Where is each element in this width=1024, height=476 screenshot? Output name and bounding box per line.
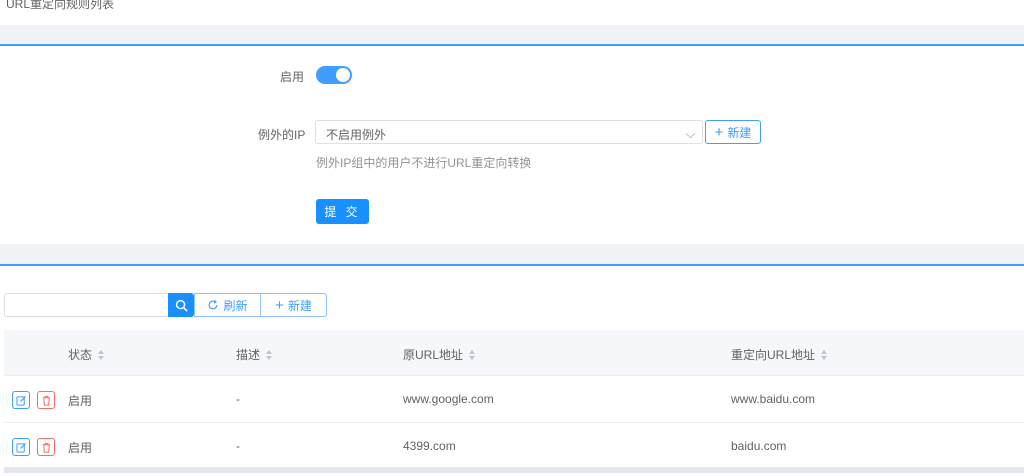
column-redirect-url[interactable]: 重定向URL地址 xyxy=(731,346,828,363)
column-description[interactable]: 描述 xyxy=(236,346,273,363)
table-scrollbar[interactable] xyxy=(4,467,1024,473)
table-row: 启用 - 4399.com baidu.com xyxy=(4,423,1024,470)
enable-switch[interactable] xyxy=(316,66,352,84)
rules-table: 状态 描述 原URL地址 重定向URL地址 启用 - www.google.co… xyxy=(4,330,1024,470)
column-status[interactable]: 状态 xyxy=(68,346,105,363)
delete-icon xyxy=(42,442,50,453)
cell-status: 启用 xyxy=(68,441,93,455)
search-button[interactable] xyxy=(168,293,194,317)
chevron-down-icon xyxy=(685,128,696,139)
refresh-button[interactable]: 刷新 xyxy=(194,293,261,317)
top-bar: URL重定向规则列表 xyxy=(0,0,1024,25)
cell-source-url: 4399.com xyxy=(403,439,456,453)
exception-ip-label: 例外的IP xyxy=(258,128,306,142)
cell-redirect-url: www.baidu.com xyxy=(731,392,816,406)
rules-panel: 刷新 + 新建 状态 描述 原URL地址 重定向URL地址 启用 - www.g… xyxy=(0,264,1024,476)
cell-status: 启用 xyxy=(68,394,93,408)
delete-button[interactable] xyxy=(37,438,55,456)
edit-button[interactable] xyxy=(12,391,30,409)
enable-label: 启用 xyxy=(280,70,305,84)
sort-icon xyxy=(469,349,476,360)
cell-redirect-url: baidu.com xyxy=(731,439,787,453)
exception-ip-select[interactable]: 不启用例外 xyxy=(315,120,703,144)
settings-panel: 启用 例外的IP 不启用例外 + 新建 例外IP组中的用户不进行URL重定向转换… xyxy=(0,44,1024,244)
table-header: 状态 描述 原URL地址 重定向URL地址 xyxy=(4,330,1024,376)
new-exception-button[interactable]: + 新建 xyxy=(705,120,761,144)
sort-icon xyxy=(98,349,105,360)
cell-source-url: www.google.com xyxy=(403,392,494,406)
exception-hint: 例外IP组中的用户不进行URL重定向转换 xyxy=(316,156,532,170)
plus-icon: + xyxy=(714,123,724,141)
table-row: 启用 - www.google.com www.baidu.com xyxy=(4,376,1024,423)
refresh-icon xyxy=(209,299,218,310)
search-input[interactable] xyxy=(4,293,168,317)
switch-knob xyxy=(336,68,350,82)
breadcrumb: URL重定向规则列表 xyxy=(6,0,115,11)
edit-button[interactable] xyxy=(12,438,30,456)
sort-icon xyxy=(266,349,273,360)
exception-ip-value: 不启用例外 xyxy=(326,128,387,142)
column-source-url[interactable]: 原URL地址 xyxy=(403,346,476,363)
new-exception-label: 新建 xyxy=(727,125,752,140)
plus-icon: + xyxy=(275,296,284,314)
cell-description: - xyxy=(236,439,240,453)
new-rule-button[interactable]: + 新建 xyxy=(260,293,327,317)
delete-icon xyxy=(42,395,50,406)
edit-icon xyxy=(15,442,26,453)
new-rule-label: 新建 xyxy=(287,298,312,313)
refresh-label: 刷新 xyxy=(223,298,248,313)
search-icon xyxy=(175,299,187,311)
cell-description: - xyxy=(236,392,240,406)
edit-icon xyxy=(15,395,26,406)
sort-icon xyxy=(821,349,828,360)
submit-button[interactable]: 提 交 xyxy=(316,199,369,224)
delete-button[interactable] xyxy=(37,391,55,409)
